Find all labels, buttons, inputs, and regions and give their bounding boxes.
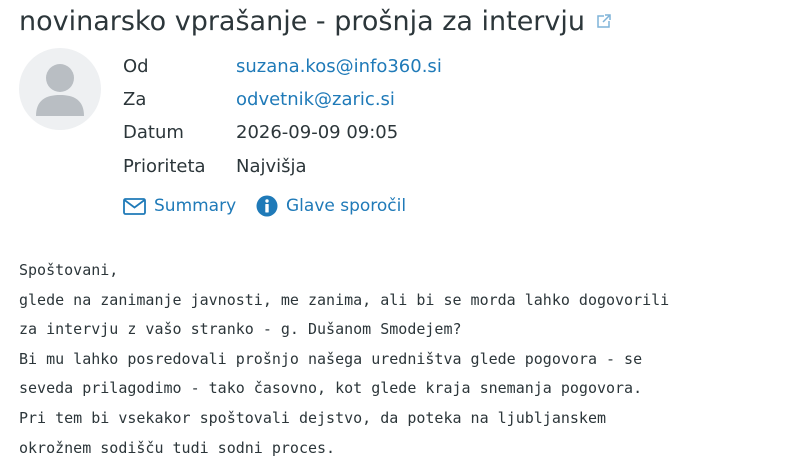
from-label: Od	[123, 56, 149, 77]
message-body: Spoštovani, glede na zanimanje javnosti,…	[19, 256, 669, 463]
body-line: Bi mu lahko posredovali prošnjo našega u…	[19, 349, 643, 368]
subject-text: novinarsko vprašanje - prošnja za interv…	[19, 6, 585, 37]
priority-value: Najvišja	[236, 156, 307, 177]
headers-button[interactable]: Glave sporočil	[256, 193, 406, 219]
body-line: Spoštovani,	[19, 261, 119, 279]
headers-label: Glave sporočil	[286, 196, 407, 216]
body-line: Pri tem bi vsekakor spoštovali dejstvo, …	[19, 408, 606, 427]
envelope-icon	[123, 197, 146, 215]
from-address-link[interactable]: suzana.kos@info360.si	[236, 55, 442, 79]
info-icon	[256, 195, 278, 217]
person-icon	[36, 64, 84, 116]
date-label: Datum	[123, 122, 184, 143]
message-subject: novinarsko vprašanje - prošnja za interv…	[19, 6, 612, 37]
priority-label: Prioriteta	[123, 156, 206, 177]
to-label: Za	[123, 89, 147, 110]
body-line: seveda prilagodimo - tako časovno, kot g…	[19, 379, 643, 398]
to-address-link[interactable]: odvetnik@zaric.si	[236, 88, 395, 112]
summary-button[interactable]: Summary	[123, 193, 236, 219]
body-line: okrožnem sodišču tudi sodni proces.	[19, 438, 336, 457]
sender-avatar	[19, 48, 101, 130]
external-link-icon[interactable]	[595, 13, 612, 30]
date-value: 2026-09-09 09:05	[236, 122, 399, 143]
body-line: za intervju z vašo stranko - g. Dušanom …	[19, 320, 462, 339]
body-line: glede na zanimanje javnosti, me zanima, …	[19, 290, 670, 309]
summary-label: Summary	[154, 196, 237, 216]
